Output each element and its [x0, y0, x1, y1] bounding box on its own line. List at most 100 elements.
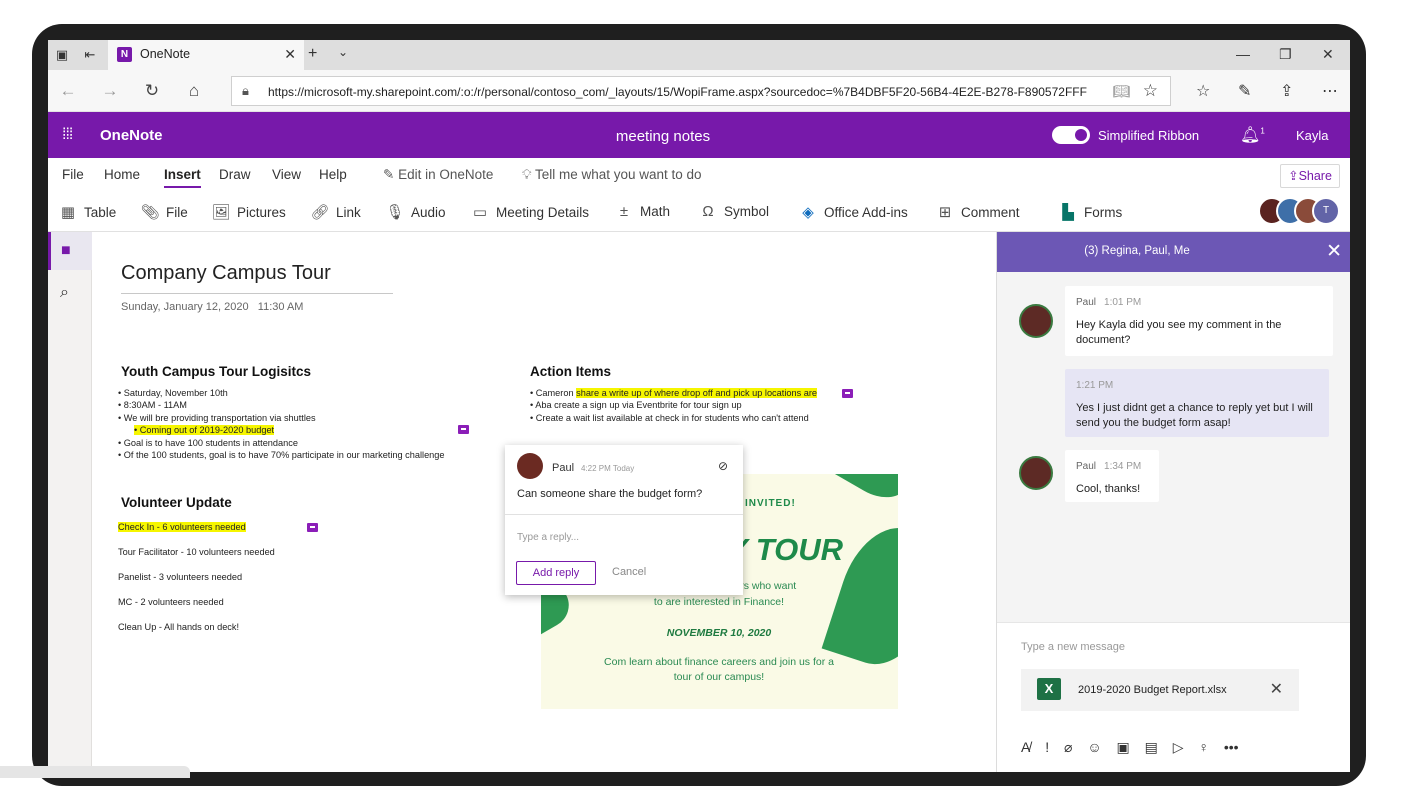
add-reply-button[interactable]: Add reply	[516, 561, 596, 585]
ribbon: ▦ Table 📎︎ File 🖼︎ Pictures 🔗︎ Link 🎙︎ Audio …	[48, 194, 1350, 232]
search-icon[interactable]: ⌕	[60, 284, 69, 302]
menu-draw[interactable]: Draw	[219, 167, 251, 182]
tab-list-chevron-icon[interactable]: ⌄	[338, 45, 348, 59]
comment-marker-icon[interactable]	[842, 389, 853, 398]
list-item: • Aba create a sign up via Eventbrite fo…	[530, 400, 742, 411]
message-meta: 1:21 PM	[1068, 378, 1318, 393]
comment-marker-icon[interactable]	[307, 523, 318, 532]
sticker-icon[interactable]: ▤	[1145, 739, 1158, 755]
invite-line: to are interested in Finance!	[653, 596, 785, 608]
format-icon[interactable]: A̸	[1021, 739, 1030, 755]
chat-message: Paul 1:34 PM Cool, thanks!	[1065, 450, 1159, 502]
close-chat-icon[interactable]: ✕	[1326, 240, 1342, 263]
menu-insert[interactable]: Insert	[164, 167, 201, 188]
table-icon: ▦	[60, 204, 76, 221]
praise-icon[interactable]: ♀	[1198, 739, 1209, 755]
page-canvas[interactable]: Company Campus Tour Sunday, January 12, …	[92, 232, 996, 772]
notification-bell-icon[interactable]: 🔔︎1	[1240, 125, 1265, 145]
url-text: https://microsoft-my.sharepoint.com/:o:/…	[268, 85, 1087, 99]
edit-in-onenote-button[interactable]: ✎ Edit in OneNote	[383, 167, 493, 183]
remove-attachment-icon[interactable]: ✕	[1270, 679, 1283, 699]
attach-icon[interactable]: ⌀	[1064, 739, 1072, 755]
coauthor-avatars[interactable]: T	[1258, 197, 1340, 227]
message-input[interactable]: Type a new message	[1021, 641, 1125, 653]
math-icon: ±	[619, 203, 629, 220]
comment-time: 4:22 PM Today	[581, 464, 635, 473]
menu-file[interactable]: File	[62, 167, 84, 182]
notebooks-button[interactable]: ■	[48, 232, 92, 270]
ribbon-meeting-details-button[interactable]: ▭ Meeting Details	[470, 203, 589, 221]
back-icon[interactable]: ←	[58, 81, 78, 101]
resolve-check-icon[interactable]: ⊘	[718, 459, 728, 473]
tab-actions-icon[interactable]: ▣	[54, 47, 70, 63]
user-name[interactable]: Kayla	[1296, 128, 1329, 143]
favorites-icon[interactable]: ☆	[1196, 81, 1210, 101]
attachment-chip[interactable]: X 2019-2020 Budget Report.xlsx ✕	[1021, 669, 1299, 711]
ribbon-file-button[interactable]: 📎︎ File	[140, 203, 187, 221]
ribbon-comment-button[interactable]: ⊞ Comment	[935, 203, 1020, 221]
close-window-icon[interactable]: ✕	[1322, 46, 1334, 63]
new-tab-icon[interactable]: +	[308, 45, 317, 63]
favorite-star-icon[interactable]: ☆	[1143, 81, 1158, 101]
ribbon-office-addins-button[interactable]: ◈ Office Add-ins	[798, 203, 908, 221]
logistics-list: • Saturday, November 10th • 8:30AM - 11A…	[118, 387, 445, 461]
more-icon[interactable]: ⋯	[1322, 81, 1338, 101]
app-header: ⁞⁞⁞ OneNote meeting notes Simplified Rib…	[48, 112, 1350, 158]
menu-view[interactable]: View	[272, 167, 301, 182]
forward-icon[interactable]: →	[100, 81, 120, 101]
set-aside-tabs-icon[interactable]: ⇤	[82, 47, 98, 63]
gif-icon[interactable]: ▣	[1117, 739, 1130, 755]
app-launcher-icon[interactable]: ⁞⁞⁞	[62, 126, 73, 144]
list-item-highlighted: Check In - 6 volunteers needed	[118, 522, 246, 532]
share-page-icon[interactable]: ⇪	[1280, 81, 1293, 101]
more-options-icon[interactable]: •••	[1224, 739, 1239, 755]
invite-date: NOVEMBER 10, 2020	[666, 627, 772, 639]
ribbon-math-button[interactable]: ± Math	[614, 203, 670, 220]
leaf-decoration	[833, 474, 898, 509]
important-icon[interactable]: !	[1045, 739, 1049, 755]
share-button[interactable]: ⇪Share	[1280, 164, 1340, 188]
comment-marker-icon[interactable]	[458, 425, 469, 434]
list-item: • Create a wait list available at check …	[530, 412, 809, 423]
action-items-list: • Cameron share a write up of where drop…	[530, 387, 817, 424]
browser-tab-onenote[interactable]: N OneNote ✕	[108, 40, 304, 70]
maximize-icon[interactable]: ❐	[1279, 46, 1292, 63]
page-title[interactable]: Company Campus Tour	[121, 262, 331, 285]
url-field[interactable]: 🔒︎ https://microsoft-my.sharepoint.com/:…	[231, 76, 1171, 106]
home-icon[interactable]: ⌂	[184, 81, 204, 101]
reading-view-icon[interactable]: 📖︎	[1112, 83, 1130, 100]
paperclip-icon: 📎︎	[140, 204, 160, 221]
list-item: Tour Facilitator - 10 volunteers needed	[118, 547, 275, 557]
ribbon-link-button[interactable]: 🔗︎ Link	[310, 203, 360, 221]
ribbon-forms-button[interactable]: ▙ Forms	[1058, 203, 1122, 221]
volunteer-highlight: Check In - 6 volunteers needed	[118, 522, 246, 532]
cancel-button[interactable]: Cancel	[612, 566, 646, 578]
menu-help[interactable]: Help	[319, 167, 347, 182]
document-title[interactable]: meeting notes	[563, 128, 763, 145]
microphone-icon: 🎙︎	[385, 204, 405, 221]
ribbon-audio-button[interactable]: 🎙︎ Audio	[385, 203, 445, 221]
taskbar-fragment	[0, 766, 190, 778]
ribbon-pictures-button[interactable]: 🖼︎ Pictures	[211, 203, 285, 221]
budget-highlight: • Coming out of 2019-2020 budget	[134, 425, 275, 436]
invite-line: Com learn about finance careers and join…	[604, 656, 834, 668]
ribbon-table-label: Table	[84, 205, 117, 220]
minimize-icon[interactable]: —	[1236, 46, 1250, 62]
menu-home[interactable]: Home	[104, 167, 140, 182]
ribbon-symbol-button[interactable]: Ω Symbol	[698, 203, 769, 220]
ribbon-table-button[interactable]: ▦ Table	[58, 203, 116, 221]
close-tab-icon[interactable]: ✕	[284, 46, 296, 63]
emoji-icon[interactable]: ☺	[1087, 739, 1101, 755]
app-name[interactable]: OneNote	[100, 127, 163, 144]
refresh-icon[interactable]: ↻	[142, 81, 162, 101]
tell-me-search[interactable]: 💡︎ Tell me what you want to do	[522, 167, 702, 183]
message-text: Cool, thanks!	[1076, 483, 1141, 495]
omega-icon: Ω	[702, 203, 714, 220]
notes-pen-icon[interactable]: ✎	[1238, 81, 1251, 101]
reply-input[interactable]: Type a reply...	[517, 532, 579, 543]
lightbulb-icon: 💡︎	[522, 167, 535, 182]
action-item-prefix: • Cameron	[530, 388, 577, 398]
send-icon[interactable]: ▷	[1173, 739, 1184, 755]
simplified-ribbon-toggle[interactable]	[1052, 126, 1090, 144]
list-item: • We will bre providing transportation v…	[118, 412, 316, 423]
